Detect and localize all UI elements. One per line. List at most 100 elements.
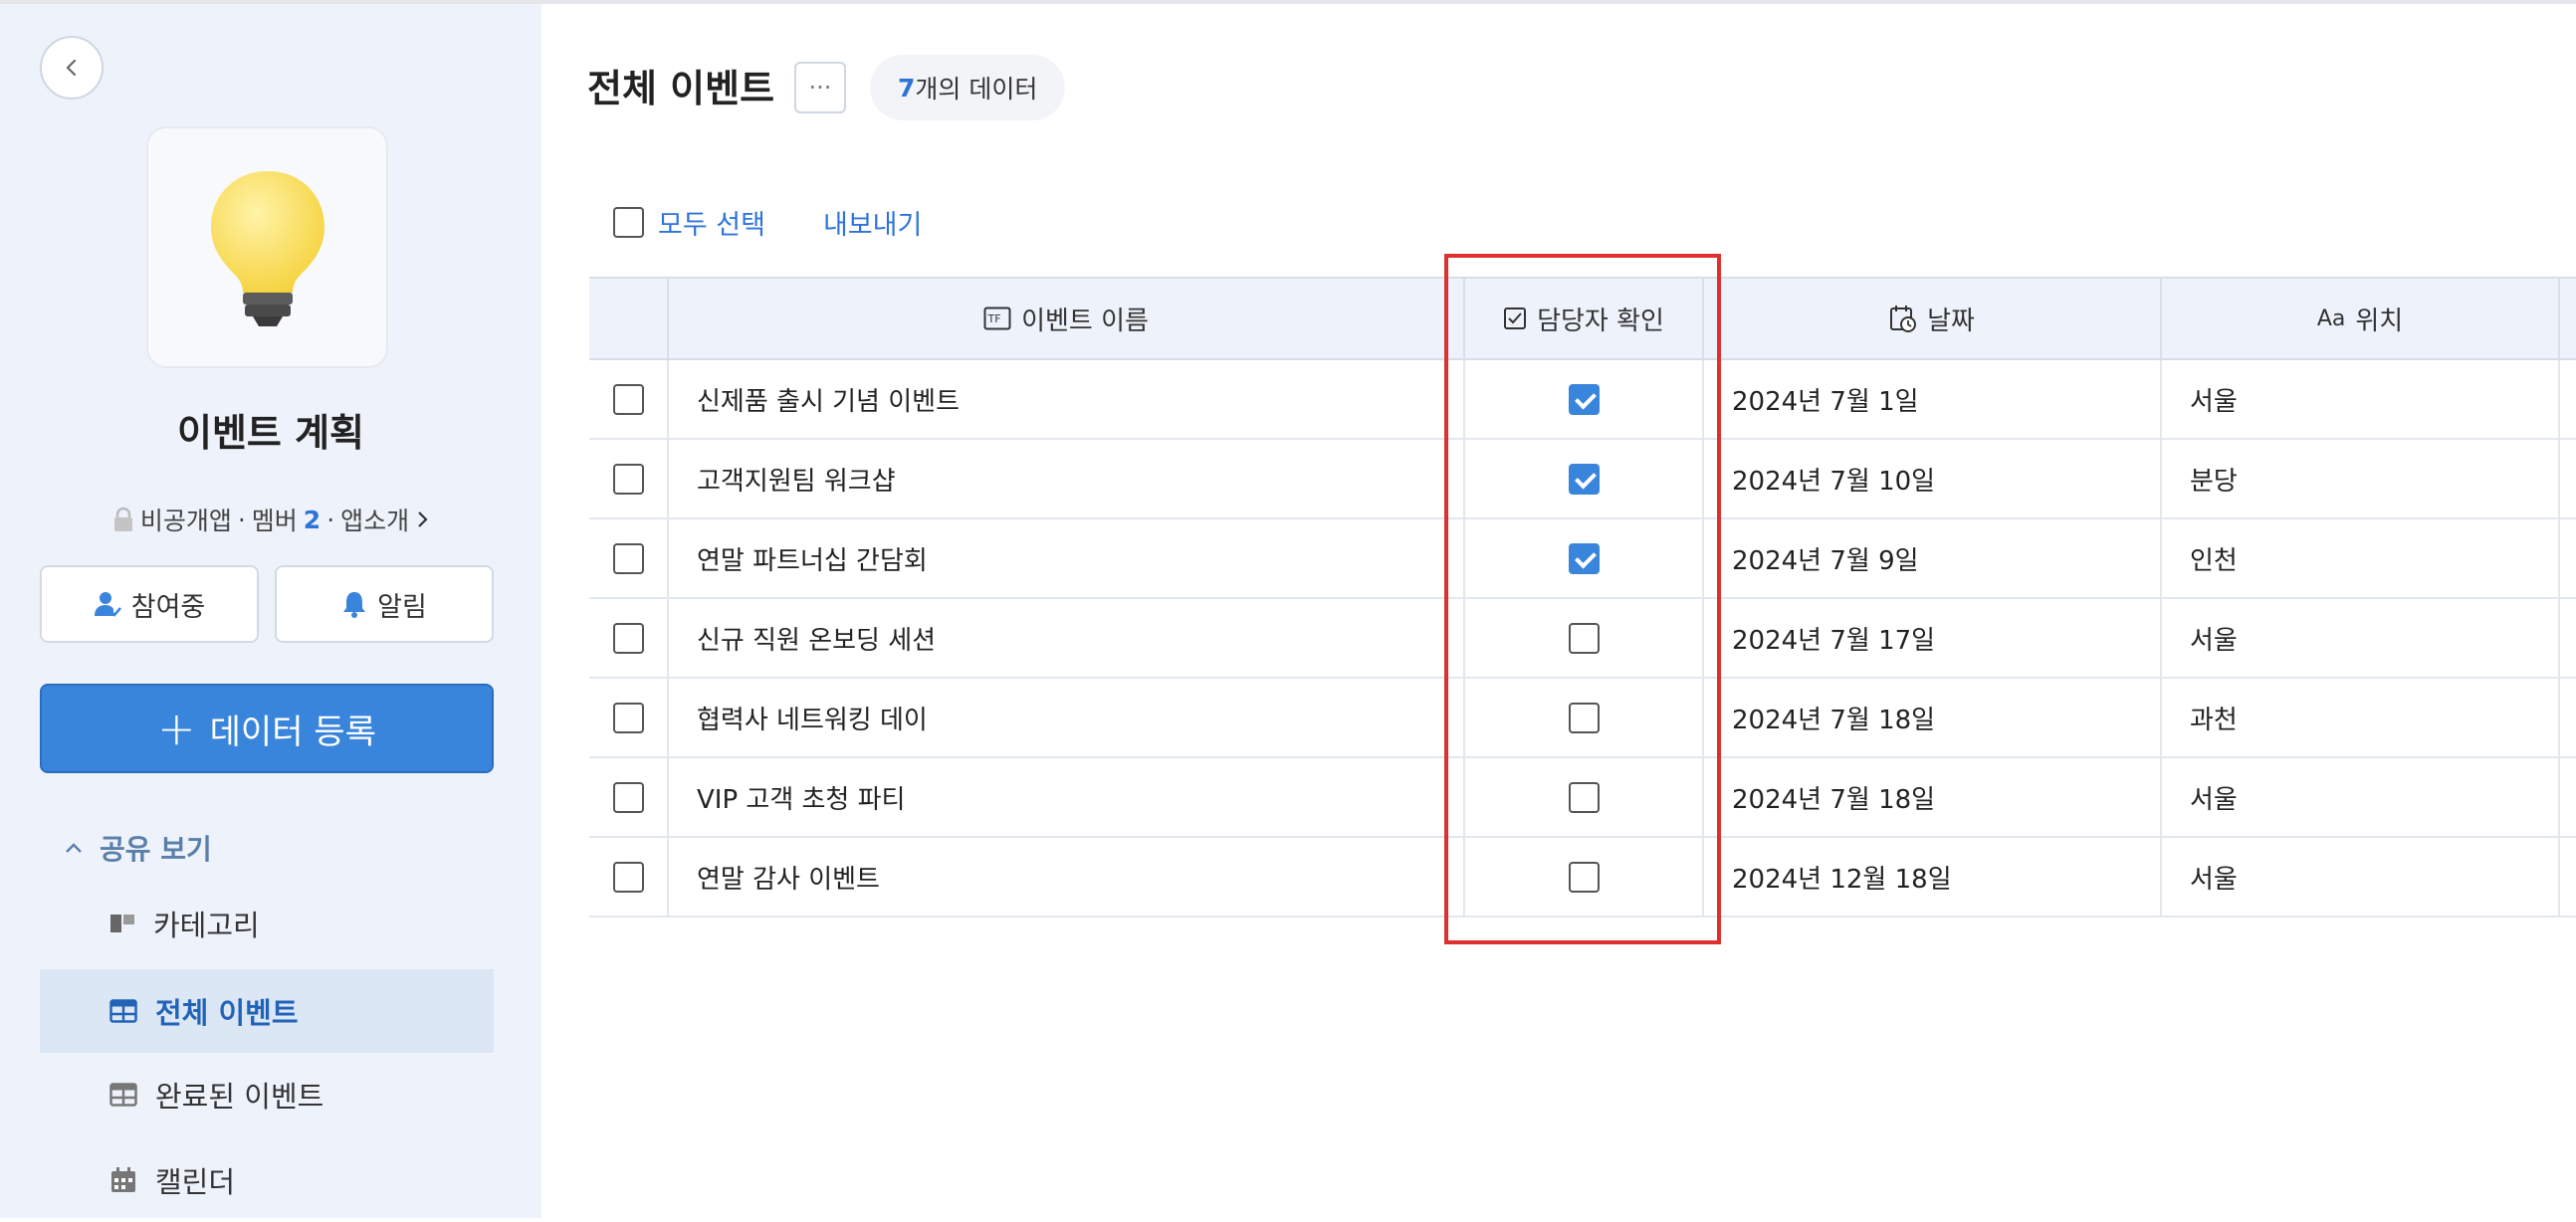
column-header-date[interactable]: 날짜 [1704,279,2162,358]
row-select-checkbox[interactable] [612,622,644,654]
row-select-checkbox[interactable] [612,702,644,733]
confirm-checkbox[interactable] [1568,861,1600,893]
chevron-right-icon [418,511,428,527]
sidebar-item-completed-events[interactable]: 완료된 이벤트 [40,1053,494,1136]
export-link[interactable]: 내보내기 [823,203,922,242]
cell-location[interactable]: 과천 [2162,679,2560,756]
column-header-label: 이벤트 이름 [1021,306,1149,336]
cell-name[interactable]: 협력사 네트워킹 데이 [669,679,1465,756]
sidebar-item-all-events[interactable]: 전체 이벤트 [40,969,494,1053]
members-label: 멤버 [251,507,298,535]
sidebar-item-label: 캘린더 [155,1165,236,1199]
column-header-label: 담당자 확인 [1537,306,1664,336]
events-table: TF 이벤트 이름 담당자 확인 날짜 Aa 위치 신제품 출시 기념 이벤트 … [589,277,2576,917]
app-meta: 비공개앱 · 멤버 2 · 앱소개 [0,502,541,537]
row-select-checkbox[interactable] [612,383,644,415]
register-label: 데이터 등록 [209,712,376,752]
section-label: 공유 보기 [100,833,212,866]
cell-name[interactable]: VIP 고객 초청 파티 [669,758,1465,836]
confirm-checkbox[interactable] [1568,781,1600,813]
sidebar-item-category[interactable]: 카테고리 [40,882,494,965]
table-row[interactable]: 연말 파트너십 간담회 2024년 7월 9일 인천 [589,519,2576,599]
text-type-icon: Aa [2316,306,2346,331]
cell-date[interactable]: 2024년 7월 18일 [1704,679,2162,756]
record-count: 7 [898,73,916,102]
row-select-checkbox[interactable] [612,463,644,495]
cell-date[interactable]: 2024년 12월 18일 [1704,838,2162,916]
lock-icon [113,507,132,531]
plus-icon: + [157,702,196,755]
table-row[interactable]: 신규 직원 온보딩 세션 2024년 7월 17일 서울 [589,599,2576,679]
cell-date[interactable]: 2024년 7월 9일 [1704,519,2162,597]
select-all-link[interactable]: 모두 선택 [658,203,765,242]
cell-date[interactable]: 2024년 7월 18일 [1704,758,2162,836]
confirm-checkbox[interactable] [1568,463,1600,495]
user-icon [94,592,121,617]
cell-location[interactable]: 서울 [2162,838,2560,916]
column-header-location[interactable]: Aa 위치 [2162,279,2560,358]
table-icon [109,1083,137,1107]
checkbox-icon [1504,307,1527,329]
header-select-cell [589,279,669,358]
join-label: 참여중 [130,591,206,623]
column-header-label: 날짜 [1927,306,1975,336]
column-header-name[interactable]: TF 이벤트 이름 [669,279,1465,358]
cell-name[interactable]: 연말 감사 이벤트 [669,838,1465,916]
cell-location[interactable]: 서울 [2162,599,2560,677]
more-options-button[interactable]: ··· [794,62,846,113]
sidebar-item-label: 전체 이벤트 [155,996,299,1030]
app-icon [146,126,388,368]
table-icon [109,999,137,1023]
cell-date[interactable]: 2024년 7월 10일 [1704,440,2162,517]
cell-location[interactable]: 서울 [2162,758,2560,836]
cell-location[interactable]: 인천 [2162,519,2560,597]
table-row[interactable]: 협력사 네트워킹 데이 2024년 7월 18일 과천 [589,679,2576,758]
cell-name[interactable]: 신규 직원 온보딩 세션 [669,599,1465,677]
cell-date[interactable]: 2024년 7월 1일 [1704,360,2162,438]
sidebar: 이벤트 계획 비공개앱 · 멤버 2 · 앱소개 참여중 알림 + 데이터 등록… [0,4,541,1218]
text-field-icon: TF [983,306,1011,330]
action-buttons: 참여중 알림 [40,565,494,643]
register-data-button[interactable]: + 데이터 등록 [40,684,494,773]
table-row[interactable]: VIP 고객 초청 파티 2024년 7월 18일 서울 [589,758,2576,838]
record-count-badge: 7 개의 데이터 [870,55,1066,120]
select-all-checkbox[interactable] [613,207,644,238]
app-intro-link[interactable]: 앱소개 [340,502,409,537]
svg-text:TF: TF [987,312,1001,325]
alert-label: 알림 [377,591,427,623]
column-header-confirm[interactable]: 담당자 확인 [1465,279,1704,358]
row-select-checkbox[interactable] [612,781,644,813]
confirm-checkbox[interactable] [1568,702,1600,733]
table-row[interactable]: 고객지원팀 워크샵 2024년 7월 10일 분당 [589,440,2576,519]
calendar-icon [111,1167,135,1192]
cell-date[interactable]: 2024년 7월 17일 [1704,599,2162,677]
cell-name[interactable]: 고객지원팀 워크샵 [669,440,1465,517]
cell-name[interactable]: 신제품 출시 기념 이벤트 [669,360,1465,438]
calendar-clock-icon [1890,306,1917,332]
cell-name[interactable]: 연말 파트너십 간담회 [669,519,1465,597]
table-row[interactable]: 신제품 출시 기념 이벤트 2024년 7월 1일 서울 [589,360,2576,440]
shared-views-toggle[interactable]: 공유 보기 [64,828,212,868]
confirm-checkbox[interactable] [1568,383,1600,415]
bell-icon [343,592,366,618]
record-count-suffix: 개의 데이터 [915,75,1038,103]
column-header-label: 위치 [2355,306,2404,336]
app-title: 이벤트 계획 [176,411,365,455]
back-button[interactable] [40,36,104,100]
cell-location[interactable]: 서울 [2162,360,2560,438]
column-header-extra [2560,279,2576,358]
table-toolbar: 모두 선택 내보내기 [613,203,922,242]
table-header: TF 이벤트 이름 담당자 확인 날짜 Aa 위치 [589,277,2576,360]
row-select-checkbox[interactable] [612,861,644,893]
sidebar-item-label: 카테고리 [153,909,260,942]
alert-button[interactable]: 알림 [275,565,494,643]
chevron-left-icon [66,59,77,77]
confirm-checkbox[interactable] [1568,622,1600,654]
cell-location[interactable]: 분당 [2162,440,2560,517]
sidebar-item-label: 완료된 이벤트 [155,1080,324,1114]
confirm-checkbox[interactable] [1568,542,1600,574]
join-button[interactable]: 참여중 [40,565,259,643]
row-select-checkbox[interactable] [612,542,644,574]
table-row[interactable]: 연말 감사 이벤트 2024년 12월 18일 서울 [589,838,2576,917]
sidebar-item-calendar[interactable]: 캘린더 [40,1138,494,1222]
